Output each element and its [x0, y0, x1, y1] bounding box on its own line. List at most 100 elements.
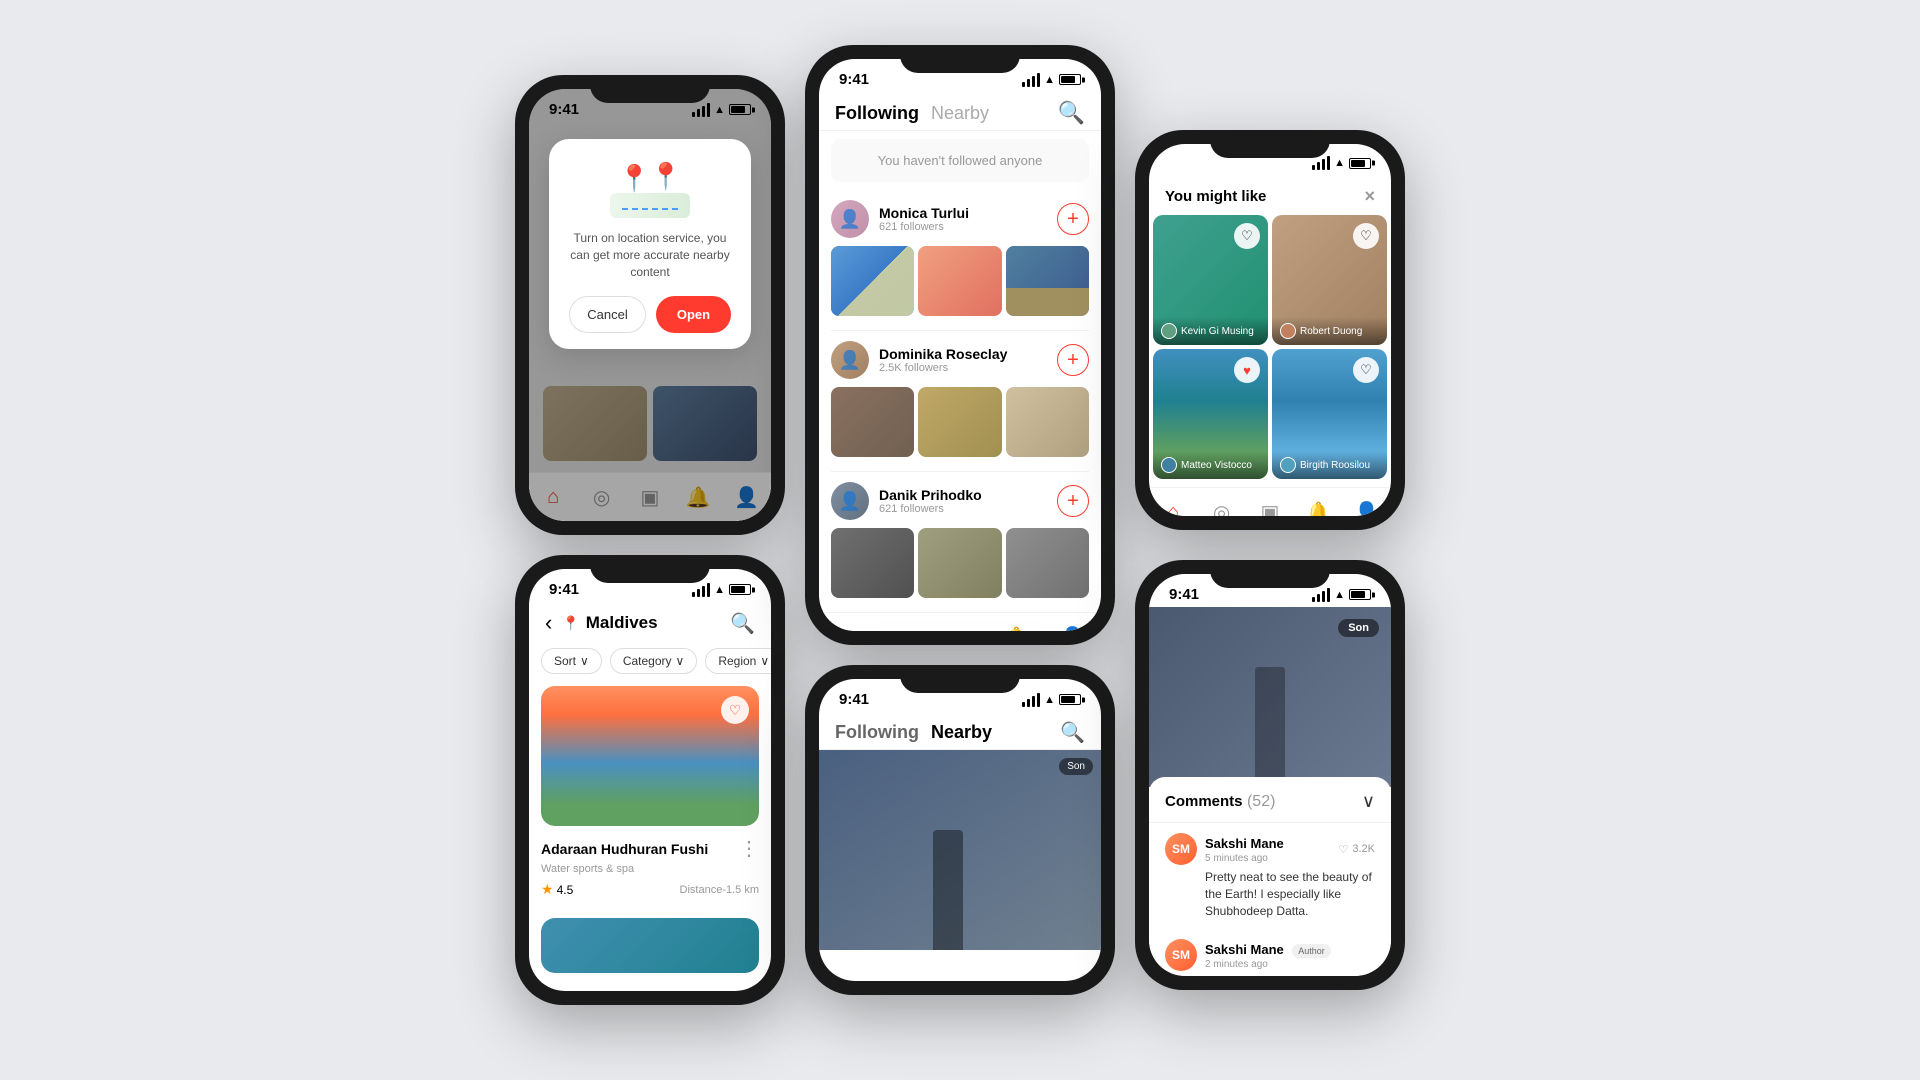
user-photo-monica-1: [831, 246, 914, 316]
sort-filter[interactable]: Sort ∨: [541, 648, 602, 674]
comment-text-1: Pretty neat to see the beauty of the Ear…: [1165, 869, 1375, 919]
phone-following-nearby: 9:41 ▲ Following Ne: [805, 665, 1115, 995]
battery-3: [1349, 158, 1371, 169]
comments-panel: Comments (52) ∨ SM Sakshi Mane: [1149, 777, 1391, 976]
tab-following-5[interactable]: Following: [835, 722, 919, 743]
nav-compass-3[interactable]: ◎: [1208, 498, 1236, 516]
follow-button-danik[interactable]: +: [1057, 485, 1089, 517]
like-icon-1: ♡: [1338, 843, 1348, 856]
photo-overlay-4: Birgith Roosilou: [1272, 451, 1387, 479]
photo-overlay-3: Matteo Vistocco: [1153, 451, 1268, 479]
open-button[interactable]: Open: [656, 296, 731, 333]
avatar-dominika: 👤: [831, 341, 869, 379]
tab-following[interactable]: Following: [835, 103, 919, 124]
follow-button-monica[interactable]: +: [1057, 203, 1089, 235]
nav-bell-2[interactable]: 🔔: [1002, 623, 1030, 631]
nav-home-2[interactable]: ⌂: [833, 623, 861, 631]
tab-nearby-5[interactable]: Nearby: [931, 722, 992, 743]
wifi-icon-3: ▲: [1334, 157, 1345, 169]
category-chevron: ∨: [676, 654, 685, 668]
center-column: 9:41 ▲ Following Ne: [805, 45, 1115, 995]
battery-5: [1059, 694, 1081, 705]
region-chevron: ∨: [760, 654, 769, 668]
overlay-avatar-1: [1161, 323, 1177, 339]
user-photo-danik-3: [1006, 528, 1089, 598]
category-filter[interactable]: Category ∨: [610, 648, 698, 674]
location-title: 📍 Maldives: [562, 613, 730, 633]
status-icons-6: ▲: [1312, 588, 1371, 602]
nav-compass-2[interactable]: ◎: [890, 623, 918, 631]
back-button[interactable]: ‹: [545, 610, 552, 636]
nav-add-2[interactable]: ▣: [946, 623, 974, 631]
nav-home-3[interactable]: ⌂: [1159, 498, 1187, 516]
place-meta: ★ 4.5 Distance-1.5 km: [541, 881, 759, 898]
like-btn-3[interactable]: ♥: [1234, 357, 1260, 383]
comment-like-1[interactable]: ♡ 3.2K: [1338, 843, 1375, 856]
status-icons-2: ▲: [1022, 73, 1081, 87]
user-info-monica: 👤 Monica Turlui 621 followers +: [831, 200, 1089, 238]
left-column: 9:41 ▲: [515, 75, 785, 1005]
user-photo-monica-2: [918, 246, 1001, 316]
like-btn-4[interactable]: ♡: [1353, 357, 1379, 383]
like-button-place-1[interactable]: ♡: [721, 696, 749, 724]
location-header: ‹ 📍 Maldives 🔍: [529, 602, 771, 644]
user-photo-dominika-1: [831, 387, 914, 457]
overlay-avatar-2: [1280, 323, 1296, 339]
avatar-monica: 👤: [831, 200, 869, 238]
search-button-2[interactable]: 🔍: [1058, 100, 1085, 126]
phone-screen-1: 9:41 ▲: [529, 89, 771, 521]
region-filter[interactable]: Region ∨: [705, 648, 771, 674]
close-icon-3[interactable]: ×: [1364, 186, 1375, 207]
status-time-4: 9:41: [549, 581, 579, 598]
nav-add-3[interactable]: ▣: [1256, 498, 1284, 516]
phone-location-dialog: 9:41 ▲: [515, 75, 785, 535]
sort-chevron: ∨: [580, 654, 589, 668]
tab-nearby[interactable]: Nearby: [931, 103, 989, 124]
person-silhouette: [1255, 667, 1285, 787]
place-info-1: Adaraan Hudhuran Fushi ⋮ Water sports & …: [541, 826, 759, 908]
place-card-1: ♡ Adaraan Hudhuran Fushi ⋮ Water sports …: [541, 686, 759, 908]
avatar-danik: 👤: [831, 482, 869, 520]
user-photo-danik-2: [918, 528, 1001, 598]
phone-screen-3: ▲ You might like × ♡ Kev: [1149, 144, 1391, 516]
follow-button-dominika[interactable]: +: [1057, 344, 1089, 376]
overlay-name-4: Birgith Roosilou: [1300, 460, 1370, 471]
wifi-icon-2: ▲: [1044, 74, 1055, 86]
photo-overlay-2: Robert Duong: [1272, 317, 1387, 345]
photo-card-3: ♥ Matteo Vistocco: [1153, 349, 1268, 479]
post-label-5: Son: [1059, 758, 1093, 775]
commenter-name-2: Sakshi Mane: [1205, 942, 1284, 957]
photo-card-2: ♡ Robert Duong: [1272, 215, 1387, 345]
search-icon-4[interactable]: 🔍: [730, 611, 755, 636]
user-name-monica: Monica Turlui: [879, 205, 1057, 221]
nav-user-3[interactable]: 👤: [1353, 498, 1381, 516]
comments-count: (52): [1247, 793, 1275, 810]
page-layout: 9:41 ▲: [0, 0, 1920, 1080]
collapse-icon[interactable]: ∨: [1362, 791, 1375, 812]
dialog-text: Turn on location service, you can get mo…: [569, 230, 731, 280]
photo-grid: ♡ Kevin Gi Musing ♡ Robert Duong: [1149, 215, 1391, 479]
user-followers-danik: 621 followers: [879, 503, 1057, 515]
place-name-row: Adaraan Hudhuran Fushi ⋮: [541, 836, 759, 861]
bottom-nav-3: ⌂ ◎ ▣ 🔔 👤: [1149, 487, 1391, 516]
nav-user-2[interactable]: 👤: [1059, 623, 1087, 631]
map-pin-2-icon: 📍: [650, 163, 682, 189]
battery-4: [729, 584, 751, 595]
category-label: Category: [623, 654, 672, 668]
place-type: Water sports & spa: [541, 863, 759, 875]
commenter-info-2: SM Sakshi Mane Author 2 minutes ago: [1165, 939, 1331, 971]
nav-bell-3[interactable]: 🔔: [1304, 498, 1332, 516]
search-button-5[interactable]: 🔍: [1060, 720, 1085, 745]
user-name-danik: Danik Prihodko: [879, 487, 1057, 503]
status-icons-4: ▲: [692, 583, 751, 597]
comments-header: Comments (52) ∨: [1149, 777, 1391, 823]
star-rating: ★ 4.5: [541, 881, 573, 898]
comment-2: SM Sakshi Mane Author 2 minutes ago Hey!…: [1149, 929, 1391, 976]
cancel-button[interactable]: Cancel: [569, 296, 646, 333]
like-btn-2[interactable]: ♡: [1353, 223, 1379, 249]
user-photos-dominika: [831, 387, 1089, 457]
tab-header-2: Following Nearby 🔍: [819, 92, 1101, 131]
more-button[interactable]: ⋮: [739, 836, 759, 861]
like-btn-1[interactable]: ♡: [1234, 223, 1260, 249]
phone-notch-3: [1210, 130, 1330, 158]
